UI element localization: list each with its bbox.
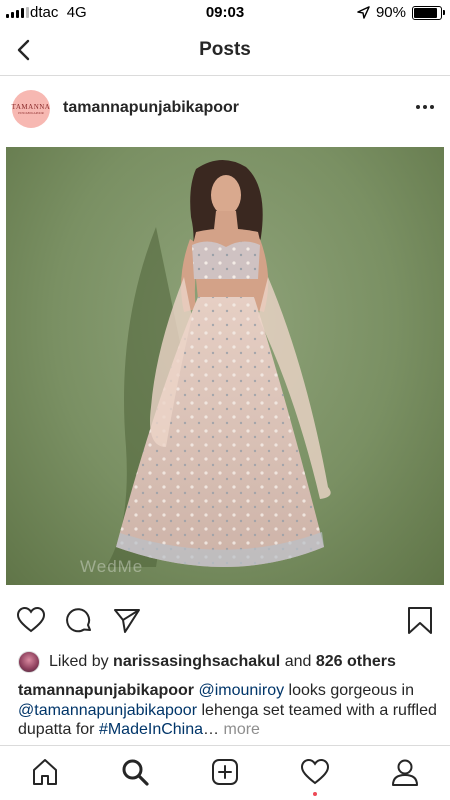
caption-ellipsis: … — [203, 721, 220, 738]
more-options-icon[interactable] — [416, 105, 434, 109]
likes-summary[interactable]: Liked by narissasinghsachakul and 826 ot… — [18, 650, 396, 674]
post-image[interactable]: WedMe — [6, 147, 444, 585]
activity-notification-dot — [313, 792, 317, 796]
activity-heart-icon[interactable] — [300, 757, 330, 787]
location-arrow-icon — [357, 6, 370, 19]
bottom-tab-bar — [0, 745, 450, 800]
avatar-logo-text: TAMANNA — [11, 103, 51, 111]
likes-joiner: and — [284, 653, 312, 670]
post-caption: tamannapunjabikapoor @imouniroy looks go… — [18, 681, 438, 740]
page-title: Posts — [199, 39, 251, 60]
paper-plane-icon[interactable] — [112, 605, 142, 635]
likes-prefix: Liked by — [49, 653, 109, 670]
battery-fill — [414, 8, 438, 18]
comment-icon[interactable] — [64, 605, 94, 635]
avatar-logo-subtext: PUNJABI KAPOOR — [18, 111, 44, 115]
caption-text-1: looks gorgeous in — [288, 682, 414, 699]
home-icon[interactable] — [30, 757, 60, 787]
battery-percent: 90% — [375, 4, 406, 21]
post-image-illustration — [106, 159, 331, 567]
caption-more-link[interactable]: more — [223, 721, 259, 738]
avatar[interactable]: TAMANNA PUNJABI KAPOOR — [12, 90, 50, 128]
user-icon[interactable] — [390, 757, 420, 787]
image-watermark: WedMe — [80, 557, 144, 576]
post-header: TAMANNA PUNJABI KAPOOR tamannapunjabikap… — [0, 77, 450, 141]
navigation-bar: Posts — [0, 26, 450, 76]
search-icon[interactable] — [120, 757, 150, 787]
likes-others-count[interactable]: 826 others — [316, 653, 396, 671]
status-bar: dtac 4G 09:03 90% — [0, 0, 450, 26]
post-username[interactable]: tamannapunjabikapoor — [63, 99, 239, 117]
plus-square-icon[interactable] — [210, 757, 240, 787]
heart-icon[interactable] — [16, 605, 46, 635]
liker-username[interactable]: narissasinghsachakul — [113, 653, 280, 671]
caption-author[interactable]: tamannapunjabikapoor — [18, 682, 194, 699]
battery-icon — [412, 6, 445, 20]
caption-mention-2[interactable]: @tamannapunjabikapoor — [18, 702, 197, 719]
caption-mention-1[interactable]: @imouniroy — [198, 682, 284, 699]
bookmark-icon[interactable] — [405, 605, 435, 635]
liker-avatar — [18, 651, 40, 673]
caption-hashtag[interactable]: #MadeInChina — [99, 721, 203, 738]
post-actions — [0, 598, 450, 644]
